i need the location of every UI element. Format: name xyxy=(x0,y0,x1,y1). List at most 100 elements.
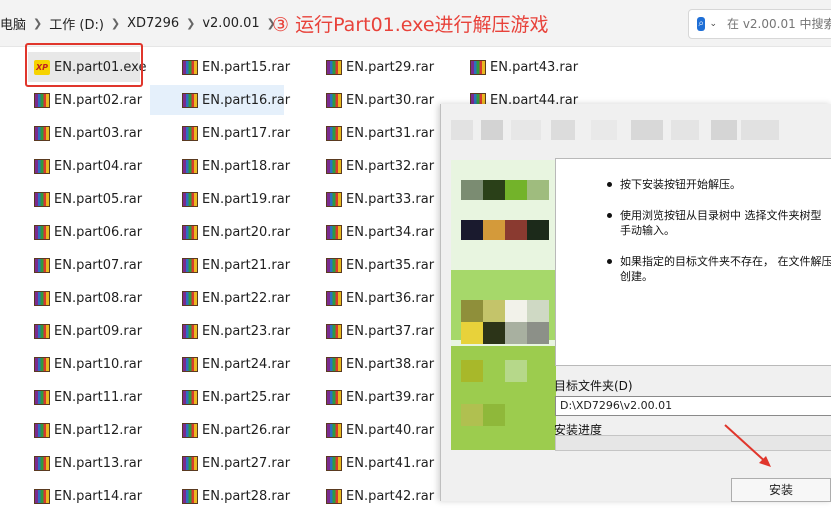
breadcrumb-item-pc[interactable]: 电脑 xyxy=(0,14,26,33)
file-item[interactable]: EN.part14.rar xyxy=(34,481,142,511)
breadcrumb: 电脑 ❯ 工作 (D:) ❯ XD7296 ❯ v2.00.01 ❯ xyxy=(0,13,283,33)
file-name: EN.part04.rar xyxy=(54,158,143,174)
file-item[interactable]: EN.part16.rar xyxy=(150,85,290,115)
file-item[interactable]: EN.part08.rar xyxy=(34,283,142,313)
chevron-down-icon[interactable]: ⌄ xyxy=(709,19,717,29)
rar-archive-icon xyxy=(182,323,198,339)
file-item[interactable]: EN.part22.rar xyxy=(182,283,290,313)
rar-archive-icon xyxy=(182,290,198,306)
file-name: EN.part03.rar xyxy=(54,125,143,141)
file-name: EN.part18.rar xyxy=(202,158,291,174)
file-item[interactable]: EN.part10.rar xyxy=(34,349,142,379)
file-name: EN.part12.rar xyxy=(54,422,143,438)
file-name: EN.part26.rar xyxy=(202,422,291,438)
file-name: EN.part16.rar xyxy=(202,92,291,108)
rar-archive-icon xyxy=(326,389,342,405)
rar-archive-icon xyxy=(326,158,342,174)
rar-archive-icon xyxy=(326,290,342,306)
file-item[interactable]: EN.part39.rar xyxy=(326,382,434,412)
file-name: EN.part29.rar xyxy=(346,59,435,75)
file-item[interactable]: EN.part15.rar xyxy=(182,52,290,82)
file-name: EN.part25.rar xyxy=(202,389,291,405)
rar-archive-icon xyxy=(34,191,50,207)
file-name: EN.part35.rar xyxy=(346,257,435,273)
rar-archive-icon xyxy=(182,389,198,405)
file-name: EN.part05.rar xyxy=(54,191,143,207)
file-name: EN.part20.rar xyxy=(202,224,291,240)
file-item[interactable]: EN.part34.rar xyxy=(326,217,434,247)
file-item[interactable]: EN.part33.rar xyxy=(326,184,434,214)
file-item[interactable]: EN.part35.rar xyxy=(326,250,434,280)
install-button[interactable]: 安装 xyxy=(731,478,831,502)
file-item[interactable]: EN.part41.rar xyxy=(326,448,434,478)
rar-archive-icon xyxy=(326,455,342,471)
file-item[interactable]: EN.part40.rar xyxy=(326,415,434,445)
file-item[interactable]: EN.part43.rar xyxy=(470,52,578,82)
destination-path-field[interactable]: D:\XD7296\v2.00.01 xyxy=(555,396,831,416)
file-item[interactable]: EN.part05.rar xyxy=(34,184,142,214)
file-name: EN.part32.rar xyxy=(346,158,435,174)
file-item[interactable]: EN.part31.rar xyxy=(326,118,434,148)
file-item[interactable]: EN.part32.rar xyxy=(326,151,434,181)
instructions-panel: 按下安装按钮开始解压。 使用浏览按钮从目录树中 选择文件夹树型 手动输入。 如果指… xyxy=(555,158,831,366)
rar-archive-icon xyxy=(326,191,342,207)
file-name: EN.part19.rar xyxy=(202,191,291,207)
file-name: EN.part30.rar xyxy=(346,92,435,108)
file-item[interactable]: EN.part02.rar xyxy=(34,85,142,115)
file-item[interactable]: EN.part26.rar xyxy=(182,415,290,445)
rar-archive-icon xyxy=(326,224,342,240)
breadcrumb-item-version[interactable]: v2.00.01 xyxy=(202,16,259,31)
file-item[interactable]: EN.part21.rar xyxy=(182,250,290,280)
rar-archive-icon xyxy=(182,422,198,438)
rar-archive-icon xyxy=(182,59,198,75)
breadcrumb-item-drive[interactable]: 工作 (D:) xyxy=(49,14,104,33)
file-item[interactable]: EN.part24.rar xyxy=(182,349,290,379)
file-item[interactable]: EN.part11.rar xyxy=(34,382,142,412)
file-name: EN.part24.rar xyxy=(202,356,291,372)
file-item[interactable]: EN.part12.rar xyxy=(34,415,142,445)
rar-archive-icon xyxy=(182,158,198,174)
file-item[interactable]: EN.part19.rar xyxy=(182,184,290,214)
file-name: EN.part15.rar xyxy=(202,59,291,75)
rar-archive-icon xyxy=(34,323,50,339)
file-item[interactable]: EN.part30.rar xyxy=(326,85,434,115)
file-item[interactable]: EN.part04.rar xyxy=(34,151,142,181)
file-item[interactable]: EN.part37.rar xyxy=(326,316,434,346)
file-item[interactable]: EN.part09.rar xyxy=(34,316,142,346)
file-item[interactable]: EN.part27.rar xyxy=(182,448,290,478)
file-item[interactable]: EN.part36.rar xyxy=(326,283,434,313)
instruction-item: 如果指定的目标文件夹不存在， 在文件解压 创建。 xyxy=(607,254,831,284)
file-item[interactable]: EN.part29.rar xyxy=(326,52,434,82)
rar-archive-icon xyxy=(182,125,198,141)
rar-archive-icon xyxy=(34,389,50,405)
rar-archive-icon xyxy=(34,257,50,273)
file-item[interactable]: EN.part42.rar xyxy=(326,481,434,511)
file-item[interactable]: EN.part07.rar xyxy=(34,250,142,280)
installer-side-image-blurred xyxy=(451,160,556,450)
file-item[interactable]: EN.part38.rar xyxy=(326,349,434,379)
file-name: EN.part43.rar xyxy=(490,59,579,75)
rar-archive-icon xyxy=(326,356,342,372)
file-name: EN.part28.rar xyxy=(202,488,291,504)
rar-archive-icon xyxy=(326,59,342,75)
file-name: EN.part27.rar xyxy=(202,455,291,471)
file-item[interactable]: EN.part06.rar xyxy=(34,217,142,247)
search-box[interactable]: ⌕ ⌄ xyxy=(688,9,831,39)
file-name: EN.part09.rar xyxy=(54,323,143,339)
search-input[interactable] xyxy=(725,16,831,32)
file-item[interactable]: EN.part23.rar xyxy=(182,316,290,346)
file-item[interactable]: EN.part28.rar xyxy=(182,481,290,511)
rar-archive-icon xyxy=(326,488,342,504)
file-item[interactable]: EN.part17.rar xyxy=(182,118,290,148)
rar-archive-icon xyxy=(326,422,342,438)
rar-archive-icon xyxy=(34,455,50,471)
file-item[interactable]: EN.part20.rar xyxy=(182,217,290,247)
file-item[interactable]: EN.part03.rar xyxy=(34,118,142,148)
file-item[interactable]: EN.part18.rar xyxy=(182,151,290,181)
file-item[interactable]: EN.part25.rar xyxy=(182,382,290,412)
breadcrumb-item-folder[interactable]: XD7296 xyxy=(127,16,179,31)
file-item[interactable]: EN.part13.rar xyxy=(34,448,142,478)
file-name: EN.part36.rar xyxy=(346,290,435,306)
file-name: EN.part33.rar xyxy=(346,191,435,207)
rar-archive-icon xyxy=(34,488,50,504)
